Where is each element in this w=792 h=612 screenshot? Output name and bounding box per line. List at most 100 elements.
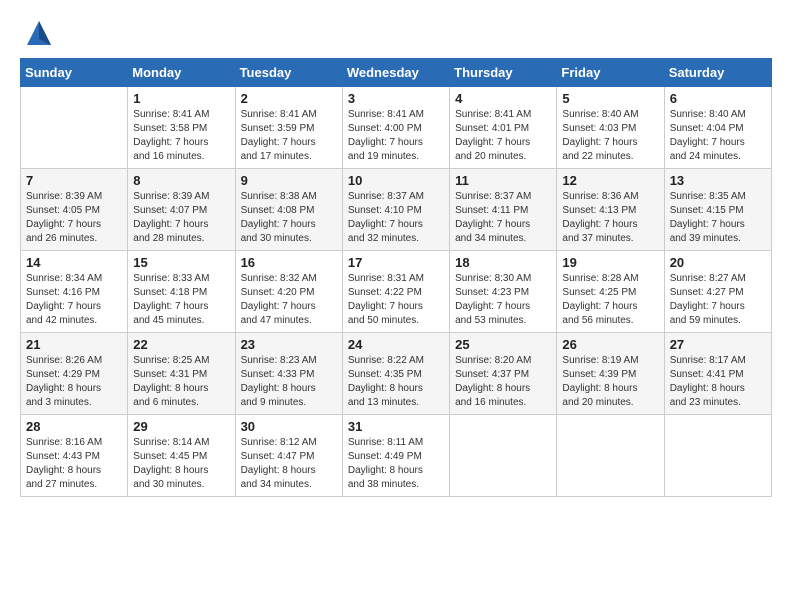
cell-content: Sunrise: 8:35 AMSunset: 4:15 PMDaylight:… — [670, 190, 766, 246]
day-number: 16 — [241, 255, 337, 270]
calendar-cell: 17 Sunrise: 8:31 AMSunset: 4:22 PMDayligh… — [342, 251, 449, 333]
cell-content: Sunrise: 8:20 AMSunset: 4:37 PMDaylight:… — [455, 354, 551, 410]
day-header-monday: Monday — [128, 59, 235, 87]
cell-content: Sunrise: 8:37 AMSunset: 4:11 PMDaylight:… — [455, 190, 551, 246]
day-number: 7 — [26, 173, 122, 188]
day-number: 21 — [26, 337, 122, 352]
cell-content: Sunrise: 8:17 AMSunset: 4:41 PMDaylight:… — [670, 354, 766, 410]
day-number: 24 — [348, 337, 444, 352]
calendar-cell — [664, 415, 771, 497]
calendar-cell: 28 Sunrise: 8:16 AMSunset: 4:43 PMDayligh… — [21, 415, 128, 497]
calendar-week-4: 21 Sunrise: 8:26 AMSunset: 4:29 PMDayligh… — [21, 333, 772, 415]
day-header-friday: Friday — [557, 59, 664, 87]
cell-content: Sunrise: 8:23 AMSunset: 4:33 PMDaylight:… — [241, 354, 337, 410]
day-header-saturday: Saturday — [664, 59, 771, 87]
day-number: 2 — [241, 91, 337, 106]
cell-content: Sunrise: 8:16 AMSunset: 4:43 PMDaylight:… — [26, 436, 122, 492]
cell-content: Sunrise: 8:33 AMSunset: 4:18 PMDaylight:… — [133, 272, 229, 328]
calendar-wrapper: SundayMondayTuesdayWednesdayThursdayFrid… — [0, 58, 792, 507]
day-number: 18 — [455, 255, 551, 270]
day-number: 22 — [133, 337, 229, 352]
calendar-cell: 29Sunrise: 8:14 AMSunset: 4:45 PMDayligh… — [128, 415, 235, 497]
calendar-week-3: 14 Sunrise: 8:34 AMSunset: 4:16 PMDayligh… — [21, 251, 772, 333]
cell-content: Sunrise: 8:40 AMSunset: 4:03 PMDaylight:… — [562, 108, 658, 164]
logo-icon — [24, 18, 54, 48]
calendar-cell: 21 Sunrise: 8:26 AMSunset: 4:29 PMDayligh… — [21, 333, 128, 415]
day-number: 28 — [26, 419, 122, 434]
calendar-cell: 25 Sunrise: 8:20 AMSunset: 4:37 PMDayligh… — [450, 333, 557, 415]
cell-content: Sunrise: 8:41 AMSunset: 3:59 PMDaylight:… — [241, 108, 337, 164]
calendar-cell: 31 Sunrise: 8:11 AMSunset: 4:49 PMDayligh… — [342, 415, 449, 497]
day-number: 13 — [670, 173, 766, 188]
calendar-cell: 2 Sunrise: 8:41 AMSunset: 3:59 PMDaylight… — [235, 87, 342, 169]
cell-content: Sunrise: 8:41 AMSunset: 4:01 PMDaylight:… — [455, 108, 551, 164]
calendar-cell: 22 Sunrise: 8:25 AMSunset: 4:31 PMDayligh… — [128, 333, 235, 415]
day-number: 29 — [133, 419, 229, 434]
calendar-cell: 13 Sunrise: 8:35 AMSunset: 4:15 PMDayligh… — [664, 169, 771, 251]
day-number: 20 — [670, 255, 766, 270]
calendar-cell — [21, 87, 128, 169]
calendar-week-1: 1 Sunrise: 8:41 AMSunset: 3:58 PMDaylight… — [21, 87, 772, 169]
cell-content: Sunrise: 8:25 AMSunset: 4:31 PMDaylight:… — [133, 354, 229, 410]
cell-content: Sunrise: 8:39 AMSunset: 4:05 PMDaylight:… — [26, 190, 122, 246]
calendar-cell: 26Sunrise: 8:19 AMSunset: 4:39 PMDayligh… — [557, 333, 664, 415]
cell-content: Sunrise: 8:39 AMSunset: 4:07 PMDaylight:… — [133, 190, 229, 246]
calendar-cell — [450, 415, 557, 497]
day-number: 19 — [562, 255, 658, 270]
calendar-cell: 3 Sunrise: 8:41 AMSunset: 4:00 PMDaylight… — [342, 87, 449, 169]
day-number: 1 — [133, 91, 229, 106]
calendar-cell: 7 Sunrise: 8:39 AMSunset: 4:05 PMDaylight… — [21, 169, 128, 251]
day-number: 12 — [562, 173, 658, 188]
calendar-cell: 19 Sunrise: 8:28 AMSunset: 4:25 PMDayligh… — [557, 251, 664, 333]
calendar-week-2: 7 Sunrise: 8:39 AMSunset: 4:05 PMDaylight… — [21, 169, 772, 251]
calendar-cell: 30Sunrise: 8:12 AMSunset: 4:47 PMDayligh… — [235, 415, 342, 497]
calendar-cell: 20Sunrise: 8:27 AMSunset: 4:27 PMDayligh… — [664, 251, 771, 333]
day-number: 8 — [133, 173, 229, 188]
logo — [24, 18, 58, 48]
calendar-cell: 10 Sunrise: 8:37 AMSunset: 4:10 PMDayligh… — [342, 169, 449, 251]
cell-content: Sunrise: 8:31 AMSunset: 4:22 PMDaylight:… — [348, 272, 444, 328]
calendar-cell: 24 Sunrise: 8:22 AMSunset: 4:35 PMDayligh… — [342, 333, 449, 415]
day-number: 6 — [670, 91, 766, 106]
cell-content: Sunrise: 8:36 AMSunset: 4:13 PMDaylight:… — [562, 190, 658, 246]
cell-content: Sunrise: 8:34 AMSunset: 4:16 PMDaylight:… — [26, 272, 122, 328]
calendar-cell: 23 Sunrise: 8:23 AMSunset: 4:33 PMDayligh… — [235, 333, 342, 415]
day-number: 23 — [241, 337, 337, 352]
cell-content: Sunrise: 8:26 AMSunset: 4:29 PMDaylight:… — [26, 354, 122, 410]
cell-content: Sunrise: 8:12 AMSunset: 4:47 PMDaylight:… — [241, 436, 337, 492]
day-number: 31 — [348, 419, 444, 434]
cell-content: Sunrise: 8:11 AMSunset: 4:49 PMDaylight:… — [348, 436, 444, 492]
day-number: 17 — [348, 255, 444, 270]
calendar-cell: 4Sunrise: 8:41 AMSunset: 4:01 PMDaylight… — [450, 87, 557, 169]
calendar-table: SundayMondayTuesdayWednesdayThursdayFrid… — [20, 58, 772, 497]
day-number: 5 — [562, 91, 658, 106]
page-header — [0, 0, 792, 58]
day-number: 25 — [455, 337, 551, 352]
day-header-wednesday: Wednesday — [342, 59, 449, 87]
day-number: 14 — [26, 255, 122, 270]
calendar-week-5: 28 Sunrise: 8:16 AMSunset: 4:43 PMDayligh… — [21, 415, 772, 497]
cell-content: Sunrise: 8:22 AMSunset: 4:35 PMDaylight:… — [348, 354, 444, 410]
cell-content: Sunrise: 8:41 AMSunset: 3:58 PMDaylight:… — [133, 108, 229, 164]
cell-content: Sunrise: 8:32 AMSunset: 4:20 PMDaylight:… — [241, 272, 337, 328]
day-number: 15 — [133, 255, 229, 270]
calendar-header-row: SundayMondayTuesdayWednesdayThursdayFrid… — [21, 59, 772, 87]
calendar-cell: 12 Sunrise: 8:36 AMSunset: 4:13 PMDayligh… — [557, 169, 664, 251]
day-number: 3 — [348, 91, 444, 106]
calendar-cell: 16 Sunrise: 8:32 AMSunset: 4:20 PMDayligh… — [235, 251, 342, 333]
calendar-cell: 11Sunrise: 8:37 AMSunset: 4:11 PMDayligh… — [450, 169, 557, 251]
day-header-thursday: Thursday — [450, 59, 557, 87]
day-number: 10 — [348, 173, 444, 188]
cell-content: Sunrise: 8:28 AMSunset: 4:25 PMDaylight:… — [562, 272, 658, 328]
cell-content: Sunrise: 8:30 AMSunset: 4:23 PMDaylight:… — [455, 272, 551, 328]
day-header-sunday: Sunday — [21, 59, 128, 87]
cell-content: Sunrise: 8:41 AMSunset: 4:00 PMDaylight:… — [348, 108, 444, 164]
calendar-cell: 18 Sunrise: 8:30 AMSunset: 4:23 PMDayligh… — [450, 251, 557, 333]
cell-content: Sunrise: 8:37 AMSunset: 4:10 PMDaylight:… — [348, 190, 444, 246]
cell-content: Sunrise: 8:19 AMSunset: 4:39 PMDaylight:… — [562, 354, 658, 410]
calendar-cell: 8 Sunrise: 8:39 AMSunset: 4:07 PMDaylight… — [128, 169, 235, 251]
calendar-cell: 5 Sunrise: 8:40 AMSunset: 4:03 PMDaylight… — [557, 87, 664, 169]
calendar-cell: 1 Sunrise: 8:41 AMSunset: 3:58 PMDaylight… — [128, 87, 235, 169]
cell-content: Sunrise: 8:38 AMSunset: 4:08 PMDaylight:… — [241, 190, 337, 246]
day-number: 27 — [670, 337, 766, 352]
